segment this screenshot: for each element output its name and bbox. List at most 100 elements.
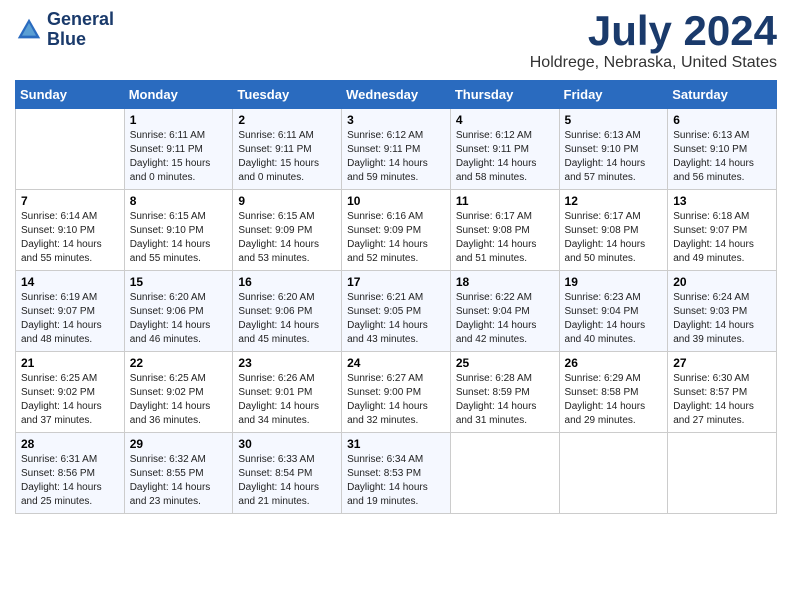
day-number: 6 [673,113,771,127]
cell-sun-info: Sunrise: 6:18 AMSunset: 9:07 PMDaylight:… [673,210,771,266]
calendar-cell: 7Sunrise: 6:14 AMSunset: 9:10 PMDaylight… [16,190,125,271]
calendar-cell: 23 Sunrise: 6:26 AMSunset: 9:01 PMDayligh… [233,352,342,433]
day-number: 1 [130,113,228,127]
calendar-table: SundayMondayTuesdayWednesdayThursdayFrid… [15,80,777,514]
day-number: 27 [673,356,771,370]
day-number: 2 [238,113,336,127]
calendar-cell: 4Sunrise: 6:12 AMSunset: 9:11 PMDaylight… [450,109,559,190]
calendar-cell: 19 Sunrise: 6:23 AMSunset: 9:04 PMDayligh… [559,271,668,352]
logo-text: General Blue [47,10,114,50]
day-number: 19 [565,275,663,289]
cell-sun-info: Sunrise: 6:13 AMSunset: 9:10 PMDaylight:… [673,129,771,185]
calendar-cell: 31Sunrise: 6:34 AMSunset: 8:53 PMDayligh… [342,433,451,514]
day-number: 12 [565,194,663,208]
calendar-cell [450,433,559,514]
calendar-cell: 10 Sunrise: 6:16 AMSunset: 9:09 PMDayligh… [342,190,451,271]
day-number: 3 [347,113,445,127]
day-number: 24 [347,356,445,370]
weekday-header: Tuesday [233,81,342,109]
calendar-cell: 3 Sunrise: 6:12 AMSunset: 9:11 PMDaylight… [342,109,451,190]
cell-sun-info: Sunrise: 6:34 AMSunset: 8:53 PMDaylight:… [347,453,445,509]
calendar-cell: 27 Sunrise: 6:30 AMSunset: 8:57 PMDayligh… [668,352,777,433]
weekday-header-row: SundayMondayTuesdayWednesdayThursdayFrid… [16,81,777,109]
logo: General Blue [15,10,114,50]
day-number: 20 [673,275,771,289]
cell-sun-info: Sunrise: 6:21 AMSunset: 9:05 PMDaylight:… [347,291,445,347]
location-subtitle: Holdrege, Nebraska, United States [530,54,777,72]
day-number: 5 [565,113,663,127]
day-number: 30 [238,437,336,451]
calendar-cell: 6 Sunrise: 6:13 AMSunset: 9:10 PMDaylight… [668,109,777,190]
calendar-cell: 28 Sunrise: 6:31 AMSunset: 8:56 PMDayligh… [16,433,125,514]
cell-sun-info: Sunrise: 6:26 AMSunset: 9:01 PMDaylight:… [238,372,336,428]
cell-sun-info: Sunrise: 6:19 AMSunset: 9:07 PMDaylight:… [21,291,119,347]
weekday-header: Thursday [450,81,559,109]
calendar-cell: 5 Sunrise: 6:13 AMSunset: 9:10 PMDaylight… [559,109,668,190]
day-number: 26 [565,356,663,370]
calendar-cell: 16Sunrise: 6:20 AMSunset: 9:06 PMDayligh… [233,271,342,352]
cell-sun-info: Sunrise: 6:17 AMSunset: 9:08 PMDaylight:… [456,210,554,266]
calendar-cell: 15Sunrise: 6:20 AMSunset: 9:06 PMDayligh… [124,271,233,352]
cell-sun-info: Sunrise: 6:27 AMSunset: 9:00 PMDaylight:… [347,372,445,428]
cell-sun-info: Sunrise: 6:15 AMSunset: 9:09 PMDaylight:… [238,210,336,266]
day-number: 8 [130,194,228,208]
day-number: 21 [21,356,119,370]
calendar-cell: 14 Sunrise: 6:19 AMSunset: 9:07 PMDayligh… [16,271,125,352]
calendar-cell: 29Sunrise: 6:32 AMSunset: 8:55 PMDayligh… [124,433,233,514]
cell-sun-info: Sunrise: 6:25 AMSunset: 9:02 PMDaylight:… [130,372,228,428]
day-number: 11 [456,194,554,208]
cell-sun-info: Sunrise: 6:30 AMSunset: 8:57 PMDaylight:… [673,372,771,428]
cell-sun-info: Sunrise: 6:29 AMSunset: 8:58 PMDaylight:… [565,372,663,428]
day-number: 16 [238,275,336,289]
cell-sun-info: Sunrise: 6:13 AMSunset: 9:10 PMDaylight:… [565,129,663,185]
calendar-cell: 24 Sunrise: 6:27 AMSunset: 9:00 PMDayligh… [342,352,451,433]
cell-sun-info: Sunrise: 6:12 AMSunset: 9:11 PMDaylight:… [347,129,445,185]
weekday-header: Monday [124,81,233,109]
weekday-header: Saturday [668,81,777,109]
weekday-header: Wednesday [342,81,451,109]
calendar-cell: 2 Sunrise: 6:11 AMSunset: 9:11 PMDaylight… [233,109,342,190]
day-number: 18 [456,275,554,289]
calendar-cell: 25Sunrise: 6:28 AMSunset: 8:59 PMDayligh… [450,352,559,433]
cell-sun-info: Sunrise: 6:11 AMSunset: 9:11 PMDaylight:… [238,129,336,185]
calendar-week-row: 21 Sunrise: 6:25 AMSunset: 9:02 PMDayligh… [16,352,777,433]
day-number: 23 [238,356,336,370]
cell-sun-info: Sunrise: 6:20 AMSunset: 9:06 PMDaylight:… [130,291,228,347]
cell-sun-info: Sunrise: 6:17 AMSunset: 9:08 PMDaylight:… [565,210,663,266]
cell-sun-info: Sunrise: 6:24 AMSunset: 9:03 PMDaylight:… [673,291,771,347]
weekday-header: Sunday [16,81,125,109]
cell-sun-info: Sunrise: 6:14 AMSunset: 9:10 PMDaylight:… [21,210,119,266]
calendar-week-row: 1 Sunrise: 6:11 AMSunset: 9:11 PMDaylight… [16,109,777,190]
day-number: 10 [347,194,445,208]
day-number: 14 [21,275,119,289]
calendar-cell: 12 Sunrise: 6:17 AMSunset: 9:08 PMDayligh… [559,190,668,271]
page-header: General Blue July 2024 Holdrege, Nebrask… [15,10,777,72]
calendar-week-row: 7Sunrise: 6:14 AMSunset: 9:10 PMDaylight… [16,190,777,271]
day-number: 28 [21,437,119,451]
cell-sun-info: Sunrise: 6:11 AMSunset: 9:11 PMDaylight:… [130,129,228,185]
cell-sun-info: Sunrise: 6:22 AMSunset: 9:04 PMDaylight:… [456,291,554,347]
calendar-cell: 13Sunrise: 6:18 AMSunset: 9:07 PMDayligh… [668,190,777,271]
calendar-cell: 11 Sunrise: 6:17 AMSunset: 9:08 PMDayligh… [450,190,559,271]
calendar-cell: 21 Sunrise: 6:25 AMSunset: 9:02 PMDayligh… [16,352,125,433]
calendar-cell: 26 Sunrise: 6:29 AMSunset: 8:58 PMDayligh… [559,352,668,433]
day-number: 17 [347,275,445,289]
cell-sun-info: Sunrise: 6:28 AMSunset: 8:59 PMDaylight:… [456,372,554,428]
cell-sun-info: Sunrise: 6:23 AMSunset: 9:04 PMDaylight:… [565,291,663,347]
calendar-cell [668,433,777,514]
calendar-cell: 17 Sunrise: 6:21 AMSunset: 9:05 PMDayligh… [342,271,451,352]
calendar-week-row: 28 Sunrise: 6:31 AMSunset: 8:56 PMDayligh… [16,433,777,514]
calendar-cell [16,109,125,190]
calendar-cell: 30Sunrise: 6:33 AMSunset: 8:54 PMDayligh… [233,433,342,514]
weekday-header: Friday [559,81,668,109]
cell-sun-info: Sunrise: 6:25 AMSunset: 9:02 PMDaylight:… [21,372,119,428]
title-block: July 2024 Holdrege, Nebraska, United Sta… [530,10,777,72]
cell-sun-info: Sunrise: 6:12 AMSunset: 9:11 PMDaylight:… [456,129,554,185]
cell-sun-info: Sunrise: 6:16 AMSunset: 9:09 PMDaylight:… [347,210,445,266]
calendar-cell [559,433,668,514]
cell-sun-info: Sunrise: 6:31 AMSunset: 8:56 PMDaylight:… [21,453,119,509]
day-number: 22 [130,356,228,370]
calendar-cell: 8Sunrise: 6:15 AMSunset: 9:10 PMDaylight… [124,190,233,271]
calendar-cell: 22 Sunrise: 6:25 AMSunset: 9:02 PMDayligh… [124,352,233,433]
logo-icon [15,16,43,44]
